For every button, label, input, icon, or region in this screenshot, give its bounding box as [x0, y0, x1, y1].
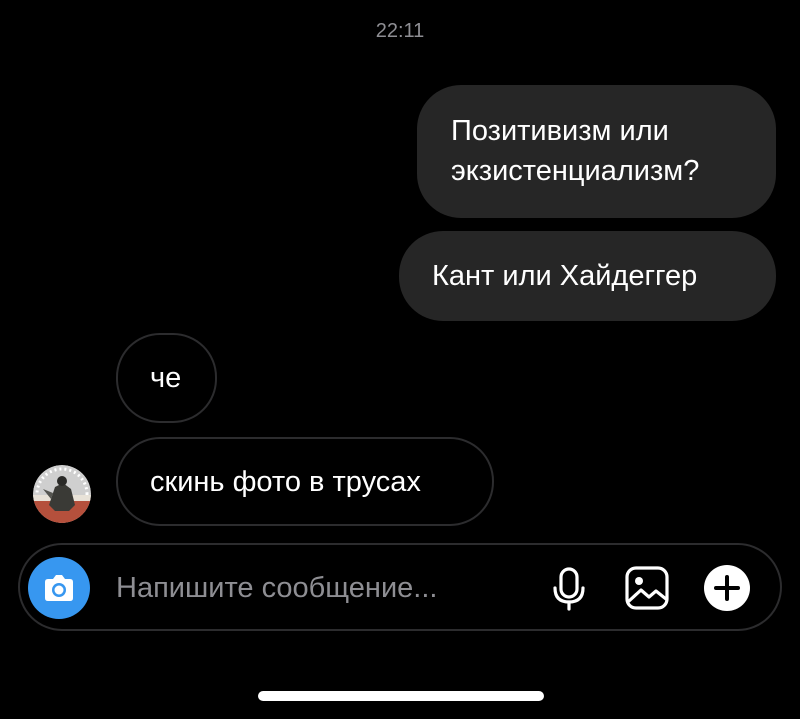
message-text-line: экзистенциализм? — [451, 155, 700, 187]
camera-icon — [45, 575, 73, 601]
image-icon — [625, 566, 669, 610]
camera-button[interactable] — [28, 557, 90, 619]
plus-icon — [704, 565, 750, 611]
message-text: че — [150, 362, 182, 394]
incoming-message-bubble[interactable]: че — [116, 333, 217, 423]
more-options-button[interactable] — [700, 561, 754, 615]
message-text-line: Позитивизм или — [451, 115, 669, 147]
message-text: скинь фото в трусах — [150, 466, 421, 498]
voice-message-button[interactable] — [542, 561, 596, 615]
outgoing-message-bubble[interactable]: Позитивизм или экзистенциализм? — [417, 85, 776, 218]
gallery-button[interactable] — [620, 561, 674, 615]
sender-avatar[interactable] — [33, 465, 91, 523]
message-text: Кант или Хайдеггер — [432, 260, 698, 292]
message-timestamp: 22:11 — [375, 20, 425, 42]
message-composer — [18, 543, 782, 631]
home-indicator — [258, 691, 544, 701]
microphone-icon — [553, 567, 585, 611]
incoming-message-bubble[interactable]: скинь фото в трусах — [116, 437, 494, 526]
message-input[interactable] — [116, 567, 516, 609]
outgoing-message-bubble[interactable]: Кант или Хайдеггер — [399, 231, 776, 321]
